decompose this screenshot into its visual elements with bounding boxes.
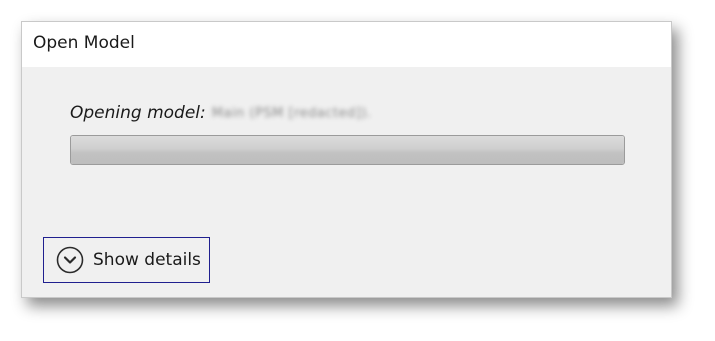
show-details-button[interactable]: Show details xyxy=(43,237,210,283)
chevron-down-icon xyxy=(56,246,84,274)
show-details-label: Show details xyxy=(93,250,201,270)
model-name-blurred: Main (PSM [redacted]). xyxy=(211,105,372,121)
progress-bar xyxy=(70,135,625,165)
title-bar: Open Model xyxy=(22,22,671,67)
progress-fill xyxy=(71,136,624,164)
status-label: Opening model: xyxy=(70,103,206,123)
status-line: Opening model: Main (PSM [redacted]). xyxy=(70,102,372,124)
screenshot-stage: Open Model Opening model: Main (PSM [red… xyxy=(0,0,715,341)
dialog-title: Open Model xyxy=(33,33,135,53)
open-model-dialog: Open Model Opening model: Main (PSM [red… xyxy=(21,21,672,298)
